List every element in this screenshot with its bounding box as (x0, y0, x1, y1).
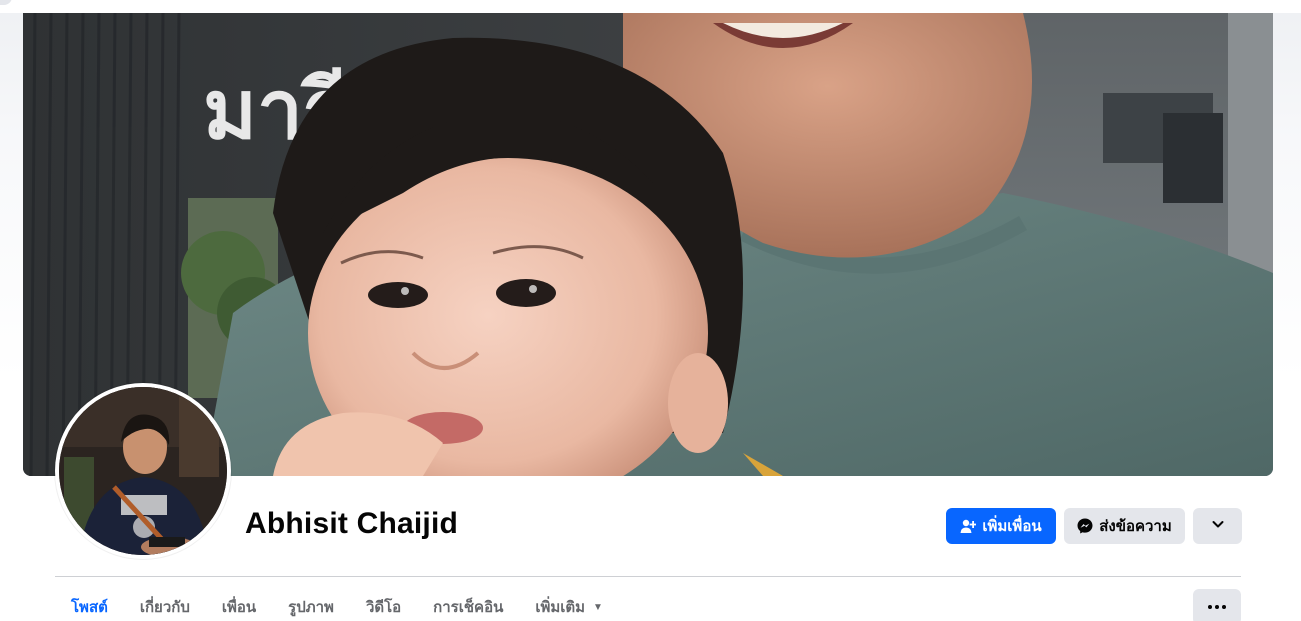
tab-about[interactable]: เกี่ยวกับ (124, 589, 206, 621)
message-label: ส่งข้อความ (1099, 518, 1172, 535)
profile-avatar[interactable] (55, 383, 231, 559)
chevron-down-icon (1211, 517, 1225, 535)
tab-more-label: เพิ่มเติม (535, 599, 586, 616)
tab-checkins[interactable]: การเช็คอิน (417, 589, 519, 621)
tab-photos[interactable]: รูปภาพ (272, 589, 350, 621)
cover-photo[interactable]: มารี (23, 13, 1273, 476)
tab-posts-label: โพสต์ (71, 599, 108, 616)
tabs-overflow-button[interactable] (1193, 589, 1241, 621)
top-bar-corner (0, 0, 12, 5)
top-bar-edge (0, 0, 1301, 13)
profile-tabs: โพสต์ เกี่ยวกับ เพื่อน รูปภาพ วิดีโอ การ… (55, 589, 619, 621)
person-plus-icon (960, 518, 977, 534)
avatar-image (59, 387, 227, 555)
cover-photo-image: มารี (23, 13, 1273, 476)
profile-avatar-photo (59, 387, 227, 555)
ellipsis-icon (1208, 605, 1226, 609)
profile-page: มารี Abhisit Chaijid เพิ่มเพื่อน ส่งข้อค… (0, 0, 1301, 621)
tab-more[interactable]: เพิ่มเติม ▼ (519, 589, 619, 621)
tab-posts[interactable]: โพสต์ (55, 589, 124, 621)
tab-friends[interactable]: เพื่อน (206, 589, 272, 621)
profile-name: Abhisit Chaijid (245, 507, 458, 540)
more-options-button[interactable] (1193, 508, 1242, 544)
add-friend-label: เพิ่มเพื่อน (982, 518, 1042, 535)
caret-down-icon: ▼ (593, 601, 603, 613)
tab-videos[interactable]: วิดีโอ (350, 589, 417, 621)
tab-photos-label: รูปภาพ (288, 599, 334, 616)
message-button[interactable]: ส่งข้อความ (1064, 508, 1185, 544)
tab-friends-label: เพื่อน (221, 599, 257, 616)
messenger-icon (1077, 518, 1093, 534)
profile-actions: เพิ่มเพื่อน ส่งข้อความ (946, 508, 1242, 544)
tab-checkins-label: การเช็คอิน (433, 599, 504, 616)
tab-about-label: เกี่ยวกับ (139, 599, 190, 616)
profile-header-divider (55, 576, 1241, 577)
add-friend-button[interactable]: เพิ่มเพื่อน (946, 508, 1056, 544)
tab-videos-label: วิดีโอ (365, 599, 402, 616)
